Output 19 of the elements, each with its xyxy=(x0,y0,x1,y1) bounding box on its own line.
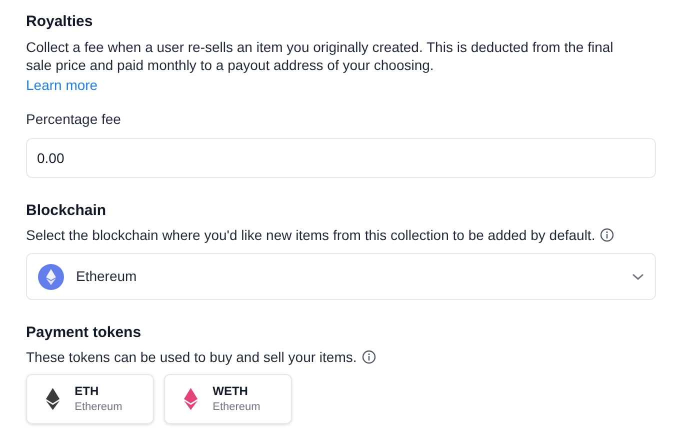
info-icon[interactable] xyxy=(362,350,376,364)
token-network: Ethereum xyxy=(212,400,260,415)
blockchain-select[interactable]: Ethereum xyxy=(26,253,656,300)
token-network: Ethereum xyxy=(74,400,122,415)
token-logo-icon xyxy=(38,264,64,290)
info-icon[interactable] xyxy=(600,228,614,242)
description-text: Collect a fee when a user re-sells an item you originally created. This is deducted from the final sale price and paid monthly to a payout address of your choosing. xyxy=(26,38,614,74)
section-title: Blockchain xyxy=(26,201,108,221)
chevron-down-icon xyxy=(632,272,644,280)
section-title: Royalties xyxy=(26,12,94,32)
token-symbol: WETH xyxy=(212,383,249,399)
section-title: Payment tokens xyxy=(26,323,142,343)
learn-more-link[interactable]: Learn more xyxy=(26,76,98,94)
select-value: Ethereum xyxy=(76,267,138,286)
field-label: Percentage fee xyxy=(26,110,122,128)
description-text: These tokens can be used to buy and sell your items. xyxy=(26,349,357,365)
token-symbol: ETH xyxy=(74,383,100,399)
percentage-fee-field[interactable]: 0.00 xyxy=(26,138,656,178)
description-text: Select the blockchain where you'd like new items from this collection to be added by default. xyxy=(26,227,596,243)
